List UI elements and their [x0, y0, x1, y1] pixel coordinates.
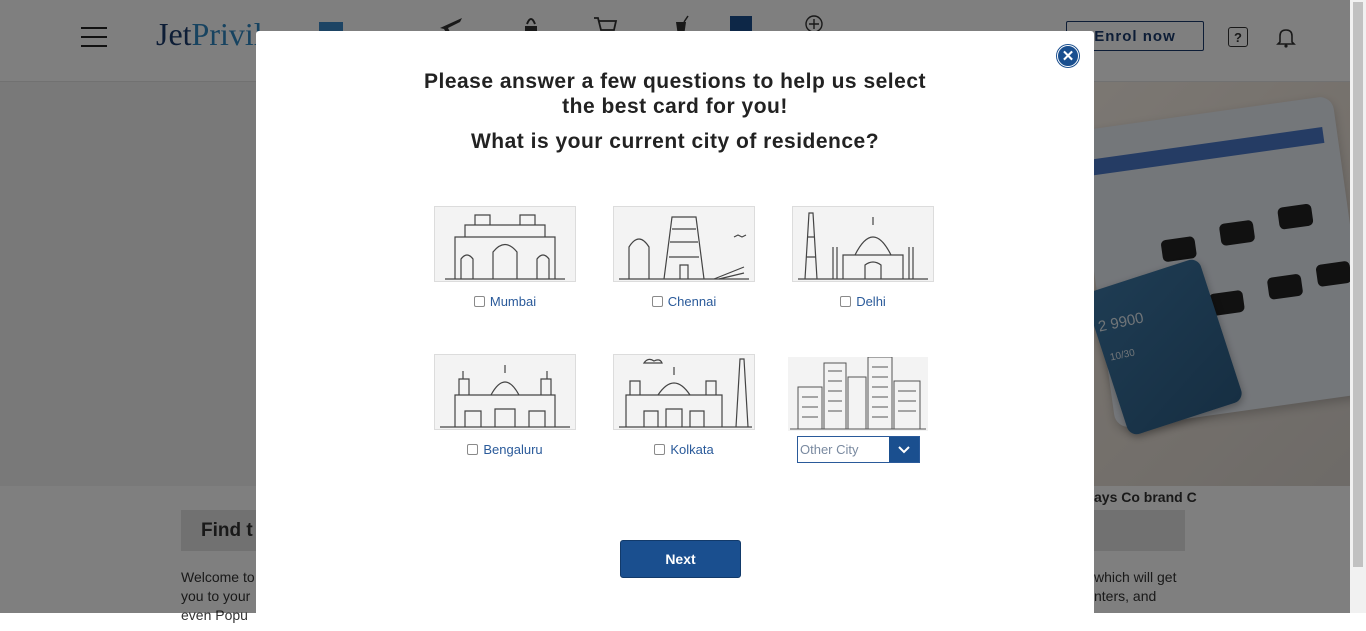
kolkata-checkbox[interactable]	[654, 444, 666, 455]
close-icon[interactable]: ✕	[1057, 45, 1079, 67]
city-option-bengaluru[interactable]: Bengaluru	[434, 354, 576, 457]
bengaluru-checkbox[interactable]	[467, 444, 479, 455]
city-question: What is your current city of residence?	[470, 130, 880, 153]
city-option-delhi[interactable]: Delhi	[792, 206, 934, 309]
other-city-image	[788, 357, 928, 431]
city-option-kolkata[interactable]: Kolkata	[613, 354, 755, 457]
city-option-mumbai[interactable]: Mumbai	[434, 206, 576, 309]
mumbai-checkbox[interactable]	[473, 296, 485, 307]
delhi-label[interactable]: Delhi	[856, 294, 886, 309]
bengaluru-label[interactable]: Bengaluru	[483, 442, 542, 457]
chennai-checkbox[interactable]	[651, 296, 663, 307]
bengaluru-landmark-image	[434, 354, 576, 430]
next-button[interactable]: Next	[620, 540, 741, 578]
kolkata-label[interactable]: Kolkata	[670, 442, 713, 457]
kolkata-landmark-image	[613, 354, 755, 430]
mumbai-landmark-image	[434, 206, 576, 282]
chevron-down-icon[interactable]	[889, 437, 919, 462]
delhi-checkbox[interactable]	[840, 296, 852, 307]
chennai-landmark-image	[613, 206, 755, 282]
modal-heading: Please answer a few questions to help us…	[423, 70, 926, 118]
other-city-select[interactable]: Other City	[797, 436, 920, 463]
card-selector-modal: ✕ Please answer a few questions to help …	[256, 31, 1094, 631]
other-city-placeholder: Other City	[800, 442, 859, 457]
chennai-label[interactable]: Chennai	[668, 294, 716, 309]
scrollbar-thumb[interactable]	[1353, 2, 1363, 567]
delhi-landmark-image	[792, 206, 934, 282]
city-option-chennai[interactable]: Chennai	[613, 206, 755, 309]
mumbai-label[interactable]: Mumbai	[490, 294, 536, 309]
page-scrollbar[interactable]	[1350, 0, 1366, 613]
